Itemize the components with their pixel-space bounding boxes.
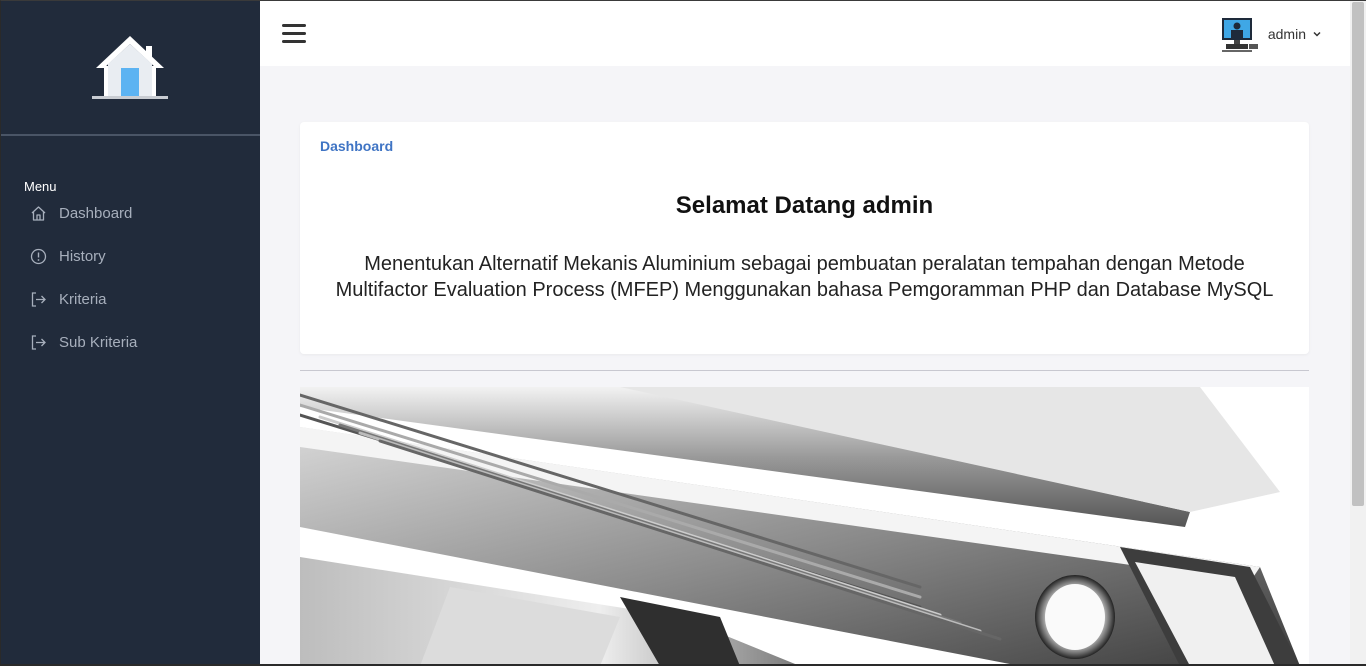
menu-heading: Menu	[24, 179, 57, 194]
sidebar-item-label: Kriteria	[59, 291, 107, 308]
page-scrollbar[interactable]	[1350, 0, 1366, 666]
sidebar-item-kriteria[interactable]: Kriteria	[0, 278, 260, 321]
brand-logo[interactable]	[0, 0, 260, 134]
aluminium-profiles-image	[300, 387, 1309, 666]
home-icon	[29, 205, 47, 223]
info-circle-icon	[29, 248, 47, 266]
topbar: admin	[260, 0, 1350, 66]
sign-out-icon	[29, 291, 47, 309]
content-divider	[300, 370, 1309, 371]
page-title: Selamat Datang admin	[675, 192, 934, 219]
sidebar-item-history[interactable]: History	[0, 235, 260, 278]
sidebar-item-dashboard[interactable]: Dashboard	[0, 192, 260, 235]
user-dropdown[interactable]: admin	[1220, 14, 1322, 54]
house-logo-icon	[92, 36, 168, 99]
avatar	[1221, 18, 1258, 52]
breadcrumb[interactable]: Dashboard	[320, 138, 393, 154]
welcome-card: Dashboard Selamat Datang admin Menentuka…	[300, 122, 1309, 354]
sidebar-item-label: History	[59, 248, 106, 265]
menu-toggle-icon[interactable]	[282, 24, 306, 43]
page-description: Menentukan Alternatif Mekanis Aluminium …	[335, 253, 1274, 301]
sidebar-item-label: Dashboard	[59, 205, 133, 222]
scrollbar-thumb[interactable]	[1352, 2, 1364, 506]
sidebar-item-label: Sub Kriteria	[59, 334, 138, 351]
user-name: admin	[1267, 26, 1306, 42]
chevron-down-icon	[1313, 31, 1321, 37]
sidebar-item-sub-kriteria[interactable]: Sub Kriteria	[0, 321, 260, 364]
sign-out-icon	[29, 334, 47, 352]
sidebar: Menu Dashboard History Kriteria Sub Krit…	[0, 0, 260, 666]
